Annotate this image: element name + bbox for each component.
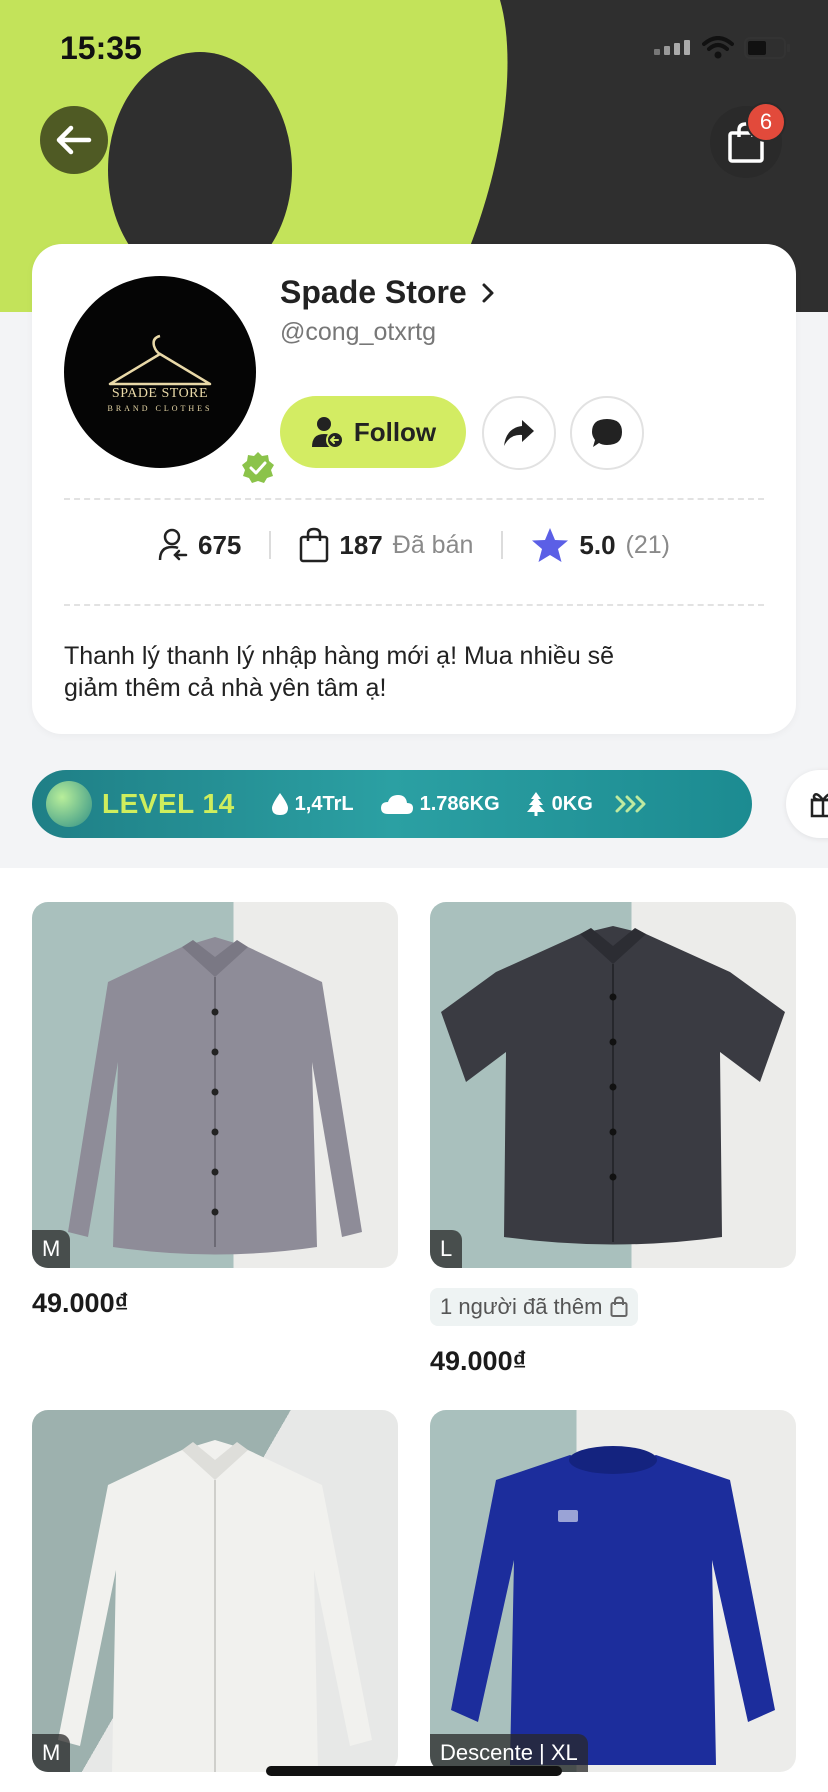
store-name: Spade Store	[280, 274, 467, 310]
product-card[interactable]: M	[32, 1410, 398, 1772]
add-user-icon	[311, 417, 344, 449]
added-to-cart-badge: 1 người đã thêm	[430, 1288, 639, 1326]
chevrons-right-icon	[615, 795, 646, 813]
divider	[64, 604, 764, 606]
co2-saved: 1.786KG	[380, 793, 500, 816]
share-icon	[504, 420, 534, 446]
status-time: 15:35	[60, 30, 142, 66]
verified-badge	[236, 446, 280, 490]
store-avatar[interactable]: SPADE STORE BRAND CLOTHES	[64, 276, 280, 490]
product-image[interactable]: Descente | XL	[430, 1410, 796, 1772]
product-card[interactable]: L 1 người đã thêm 49.000₫	[430, 902, 796, 1377]
size-tag: M	[32, 1734, 71, 1772]
shirt-image	[68, 937, 362, 1255]
star-icon	[532, 528, 569, 562]
bio-line: giảm thêm cả nhà yên tâm ạ!	[64, 674, 387, 702]
sold-stat: 187 Đã bán	[299, 527, 473, 563]
review-count: (21)	[625, 530, 671, 559]
chevron-right-icon	[482, 283, 494, 302]
shirt-image	[441, 926, 785, 1245]
gift-icon	[810, 792, 828, 818]
store-handle: @cong_otxrtg	[280, 318, 437, 346]
cart-count-badge: 6	[746, 102, 786, 142]
co2-value: 1.786KG	[419, 792, 500, 815]
product-image[interactable]: M	[32, 1410, 398, 1772]
product-card[interactable]: Descente | XL	[430, 1410, 796, 1772]
share-button[interactable]	[482, 396, 556, 470]
divider	[64, 498, 764, 500]
size-tag: M	[32, 1230, 71, 1268]
back-button[interactable]	[40, 106, 108, 174]
bio-line: Thanh lý thanh lý nhập hàng mới ạ! Mua n…	[64, 642, 615, 670]
store-stats: 675 187 Đã bán 5.0 (21)	[32, 516, 796, 574]
follow-label: Follow	[353, 416, 437, 447]
chat-bubble-icon	[592, 419, 622, 447]
product-price: 49.000₫	[32, 1288, 129, 1318]
product-image[interactable]: M	[32, 902, 398, 1268]
store-name-link[interactable]: Spade Store	[280, 274, 495, 311]
wifi-icon	[702, 36, 734, 59]
sold-count: 187	[339, 529, 383, 560]
shirt-image	[58, 1440, 372, 1772]
water-drop-icon	[271, 793, 288, 815]
product-card[interactable]: M 49.000₫	[32, 902, 398, 1319]
tree-icon	[526, 792, 545, 816]
added-text: 1 người đã thêm	[440, 1294, 603, 1319]
level-banner[interactable]: LEVEL 14 1,4TrL 1.786KG 0KG	[32, 770, 752, 838]
avatar-logo-subtitle: BRAND CLOTHES	[107, 403, 213, 413]
battery-icon	[744, 37, 790, 59]
level-label: LEVEL 14	[102, 788, 235, 819]
followers-stat[interactable]: 675	[158, 528, 241, 562]
sweater-image	[451, 1446, 775, 1765]
rating-stat[interactable]: 5.0 (21)	[531, 527, 670, 563]
home-indicator	[266, 1766, 562, 1776]
store-profile-card: SPADE STORE BRAND CLOTHES Spade Store @c…	[32, 244, 796, 734]
globe-icon	[46, 781, 92, 827]
product-price: 49.000₫	[430, 1346, 527, 1376]
shopping-bag-outline-icon	[300, 527, 329, 563]
size-tag: L	[430, 1230, 463, 1268]
lock-bag-icon	[610, 1296, 628, 1317]
verified-check-icon	[242, 452, 274, 483]
rating-value: 5.0	[579, 529, 616, 560]
water-saved: 1,4TrL	[271, 792, 354, 816]
product-image[interactable]: L	[430, 902, 796, 1268]
avatar-logo-title: SPADE STORE	[111, 385, 209, 401]
status-icons	[652, 36, 792, 60]
store-bio: Thanh lý thanh lý nhập hàng mới ạ! Mua n…	[64, 640, 684, 704]
sold-label: Đã bán	[392, 530, 474, 559]
followers-icon	[158, 528, 188, 561]
cart-button[interactable]: 6	[710, 102, 786, 178]
arrow-left-icon	[56, 125, 92, 155]
stat-separator	[501, 531, 504, 559]
follow-button[interactable]: Follow	[280, 396, 466, 468]
hanger-logo-icon	[108, 334, 212, 385]
chat-button[interactable]	[570, 396, 644, 470]
cloud-icon	[380, 795, 413, 814]
followers-count: 675	[197, 529, 242, 560]
tree-value: 0KG	[551, 792, 593, 815]
cellular-signal-icon	[654, 40, 690, 55]
tree-saved: 0KG	[526, 791, 593, 817]
water-value: 1,4TrL	[294, 792, 354, 815]
stat-separator	[269, 531, 272, 559]
